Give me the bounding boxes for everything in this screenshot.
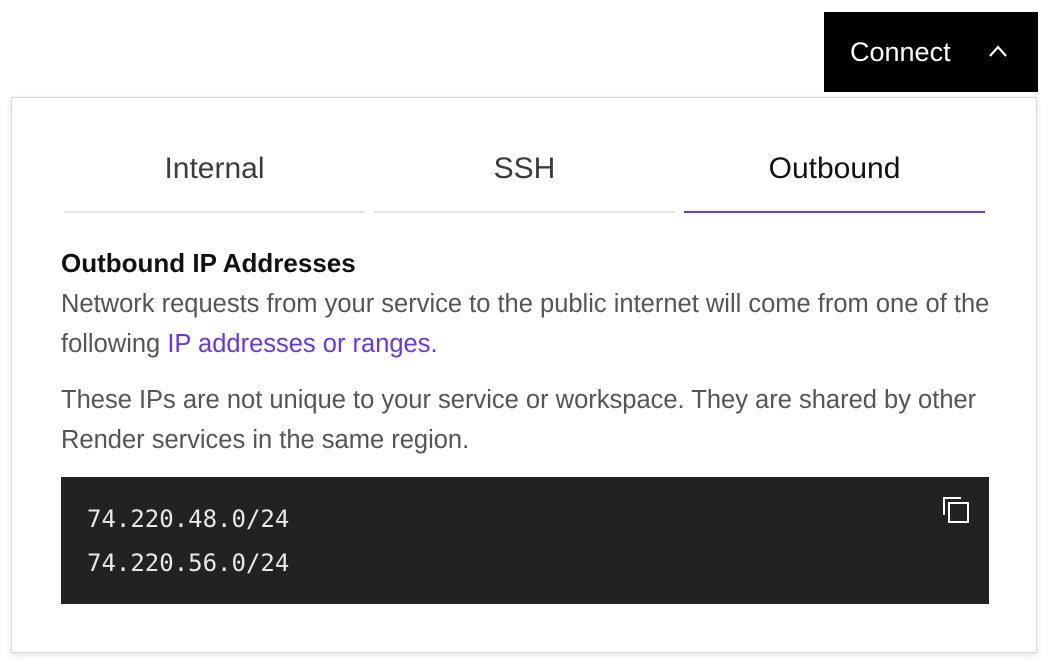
- connect-label: Connect: [850, 36, 951, 67]
- section-title: Outbound IP Addresses: [61, 248, 356, 278]
- tab-ssh-label: SSH: [493, 152, 556, 185]
- chevron-up-icon: [989, 45, 1007, 57]
- ip-address-line: 74.220.48.0/24: [87, 505, 290, 533]
- tab-ssh[interactable]: SSH: [374, 142, 675, 213]
- page: Connect Internal SSH Outbound Outbound I…: [0, 0, 1048, 664]
- ip-ranges-link[interactable]: IP addresses or ranges.: [167, 330, 437, 358]
- ip-code-block: 74.220.48.0/24 74.220.56.0/24: [61, 477, 989, 604]
- tab-internal[interactable]: Internal: [64, 142, 365, 213]
- connect-tabs: Internal SSH Outbound: [64, 142, 985, 213]
- tab-outbound-label: Outbound: [768, 152, 901, 185]
- ip-address-line: 74.220.56.0/24: [87, 549, 290, 577]
- connect-button[interactable]: Connect: [824, 12, 1038, 92]
- shared-ips-note: These IPs are not unique to your service…: [61, 386, 977, 454]
- copy-icon[interactable]: [941, 495, 971, 525]
- tab-internal-label: Internal: [164, 152, 265, 185]
- connect-panel: Internal SSH Outbound Outbound IP Addres…: [11, 97, 1037, 653]
- outbound-description: Network requests from your service to th…: [61, 284, 1001, 364]
- tab-outbound[interactable]: Outbound: [684, 142, 985, 213]
